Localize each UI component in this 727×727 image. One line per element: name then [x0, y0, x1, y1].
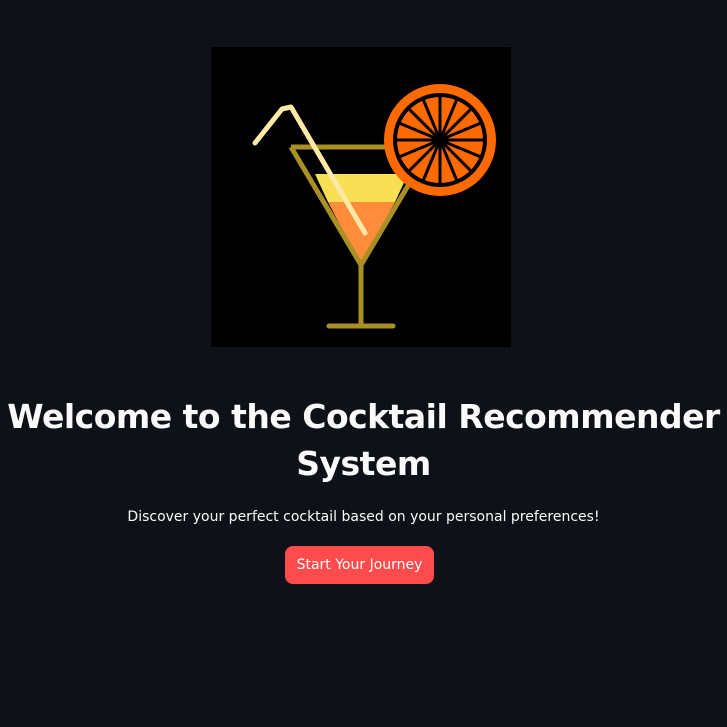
cocktail-logo: [211, 47, 511, 347]
page-title: Welcome to the Cocktail Recommender Syst…: [7, 397, 720, 483]
cocktail-glass-icon: [252, 84, 496, 329]
welcome-page: Welcome to the Cocktail Recommender Syst…: [0, 0, 727, 727]
page-subtitle: Discover your perfect cocktail based on …: [127, 509, 600, 525]
start-journey-button[interactable]: Start Your Journey: [285, 546, 434, 584]
